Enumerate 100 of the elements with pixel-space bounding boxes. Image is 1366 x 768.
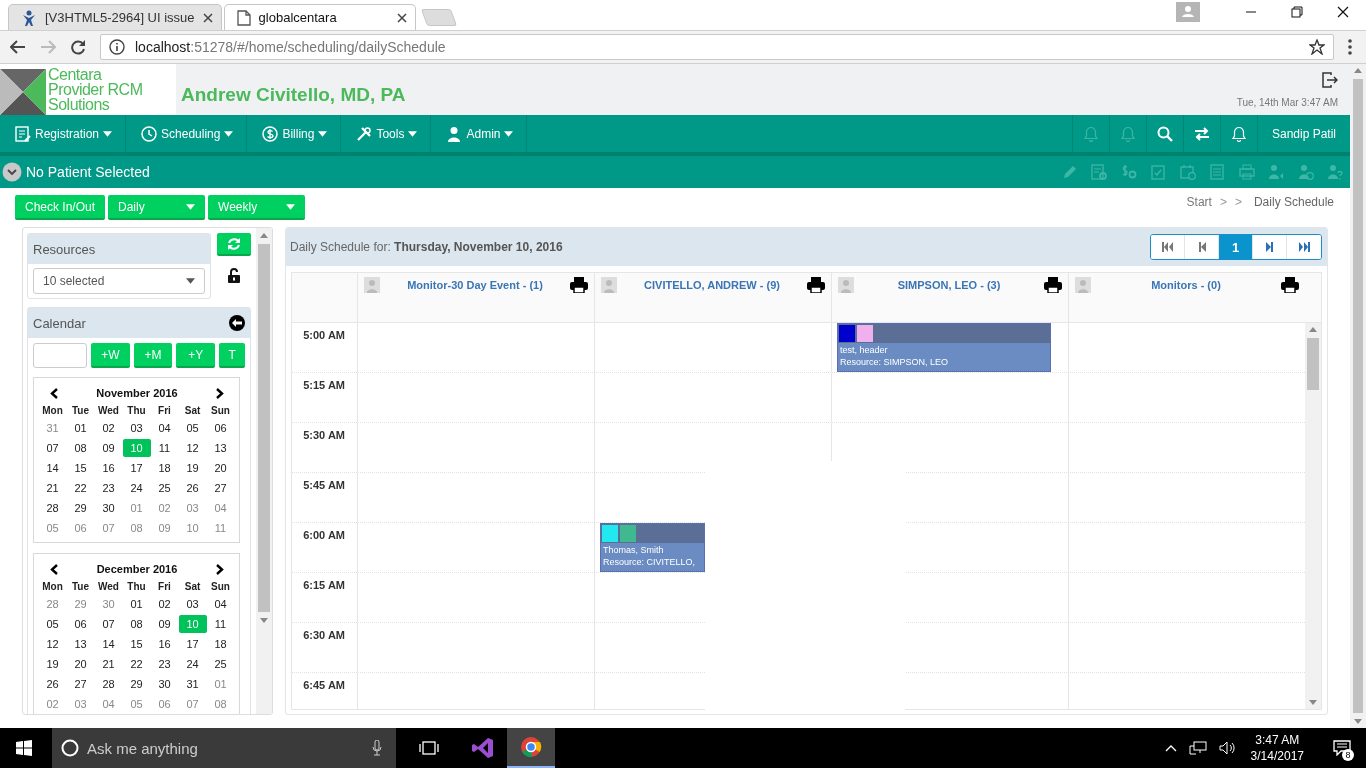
calendar-day[interactable]: 03 bbox=[178, 595, 207, 613]
calendar-day[interactable]: 07 bbox=[178, 695, 207, 713]
calendar-day[interactable]: 06 bbox=[66, 519, 95, 537]
printer-icon[interactable] bbox=[570, 277, 588, 293]
calendar-day[interactable]: 01 bbox=[66, 419, 95, 437]
calendar-day[interactable]: 13 bbox=[66, 635, 95, 653]
calendar-day[interactable]: 07 bbox=[38, 439, 67, 457]
calendar-day[interactable]: 06 bbox=[66, 615, 95, 633]
calendar-day[interactable]: 19 bbox=[178, 459, 207, 477]
close-icon[interactable] bbox=[1337, 6, 1349, 18]
browser-tab[interactable]: [V3HTML5-2964] UI issue bbox=[8, 4, 222, 30]
calendar-day[interactable]: 24 bbox=[178, 655, 207, 673]
refresh-button[interactable] bbox=[217, 233, 251, 256]
calendar-day[interactable]: 02 bbox=[38, 695, 67, 713]
calendar-day[interactable]: 08 bbox=[122, 519, 151, 537]
calendar-day[interactable]: 07 bbox=[94, 615, 123, 633]
next-icon[interactable] bbox=[216, 563, 224, 575]
menu-icon[interactable] bbox=[1348, 39, 1352, 55]
calendar-day[interactable]: 17 bbox=[122, 459, 151, 477]
reload-icon[interactable] bbox=[70, 39, 86, 55]
calendar-day[interactable]: 30 bbox=[94, 595, 123, 613]
caret-up-icon[interactable] bbox=[1164, 744, 1177, 752]
calendar-day[interactable]: 15 bbox=[66, 459, 95, 477]
notification-icon[interactable] bbox=[1333, 740, 1351, 756]
column-title[interactable]: Monitors - (0) bbox=[1095, 277, 1277, 291]
calendar-day[interactable]: 29 bbox=[122, 675, 151, 693]
calendar-day[interactable]: 16 bbox=[94, 459, 123, 477]
calendar-day[interactable]: 03 bbox=[66, 695, 95, 713]
calendar-day[interactable]: 23 bbox=[94, 479, 123, 497]
calendar-day[interactable]: 03 bbox=[178, 499, 207, 517]
calendar-day[interactable]: 22 bbox=[66, 479, 95, 497]
search-icon[interactable] bbox=[1156, 125, 1173, 142]
bell-icon[interactable] bbox=[1230, 125, 1247, 142]
windows-icon[interactable] bbox=[16, 740, 32, 756]
infinity-icon[interactable] bbox=[472, 737, 494, 759]
column-title[interactable]: SIMPSON, LEO - (3) bbox=[858, 277, 1040, 291]
browser-tab[interactable]: globalcentara bbox=[223, 4, 416, 30]
calendar-day[interactable]: 12 bbox=[38, 635, 67, 653]
calendar-day[interactable]: 26 bbox=[38, 675, 67, 693]
calendar-day[interactable]: 02 bbox=[150, 499, 179, 517]
volume-icon[interactable] bbox=[1218, 741, 1237, 755]
column-title[interactable]: Monitor-30 Day Event - (1) bbox=[384, 277, 566, 291]
calendar-day[interactable]: 20 bbox=[206, 459, 235, 477]
calendar-day[interactable]: 08 bbox=[66, 439, 95, 457]
logout-icon[interactable] bbox=[1322, 72, 1338, 88]
calendar-day[interactable]: 29 bbox=[66, 499, 95, 517]
restore-icon[interactable] bbox=[1291, 6, 1303, 18]
calendar-day[interactable]: 17 bbox=[178, 635, 207, 653]
calendar-day[interactable]: 28 bbox=[38, 595, 67, 613]
calendar-day[interactable]: 09 bbox=[150, 519, 179, 537]
crumb-link[interactable]: Start bbox=[1186, 195, 1212, 209]
calendar-day[interactable]: 16 bbox=[150, 635, 179, 653]
calendar-day[interactable]: 01 bbox=[122, 499, 151, 517]
calendar-day[interactable]: 07 bbox=[94, 519, 123, 537]
calendar-day[interactable]: 05 bbox=[38, 615, 67, 633]
calendar-day[interactable]: 11 bbox=[206, 519, 235, 537]
task-view-icon[interactable] bbox=[419, 741, 439, 755]
calendar-day[interactable]: 03 bbox=[122, 419, 151, 437]
resource-select[interactable]: 10 selected bbox=[33, 268, 205, 294]
calendar-day[interactable]: 04 bbox=[150, 419, 179, 437]
calendar-day[interactable]: 02 bbox=[94, 419, 123, 437]
printer-icon[interactable] bbox=[1281, 277, 1299, 293]
calendar-day[interactable]: 22 bbox=[122, 655, 151, 673]
calendar-day[interactable]: 04 bbox=[206, 595, 235, 613]
calendar-day[interactable]: 02 bbox=[150, 595, 179, 613]
star-icon[interactable] bbox=[1309, 39, 1325, 55]
calendar-day[interactable]: 27 bbox=[66, 675, 95, 693]
calendar-day[interactable]: 31 bbox=[178, 675, 207, 693]
calendar-day[interactable]: 24 bbox=[122, 479, 151, 497]
calendar-day[interactable]: 21 bbox=[94, 655, 123, 673]
calendar-day[interactable]: 14 bbox=[38, 459, 67, 477]
browser-icon[interactable] bbox=[520, 736, 542, 758]
scrollbar[interactable] bbox=[256, 228, 272, 714]
calendar-day[interactable]: 25 bbox=[206, 655, 235, 673]
calendar-day[interactable]: 25 bbox=[150, 479, 179, 497]
calendar-day[interactable]: 04 bbox=[94, 695, 123, 713]
calendar-day[interactable]: 01 bbox=[122, 595, 151, 613]
calendar-day[interactable]: 01 bbox=[206, 675, 235, 693]
calendar-day[interactable]: 29 bbox=[66, 595, 95, 613]
previous-icon[interactable] bbox=[50, 563, 58, 575]
column-title[interactable]: CIVITELLO, ANDREW - (9) bbox=[621, 277, 803, 291]
calendar-day[interactable]: 23 bbox=[150, 655, 179, 673]
address-field[interactable]: localhost:51278/#/home/scheduling/dailySchedule bbox=[100, 34, 1334, 60]
calendar-day[interactable]: 05 bbox=[178, 419, 207, 437]
calendar-day[interactable]: 10 bbox=[178, 519, 207, 537]
lock-icon[interactable] bbox=[228, 268, 240, 283]
calendar-day[interactable]: 11 bbox=[150, 439, 179, 457]
close-icon[interactable] bbox=[202, 12, 213, 23]
calendar-day[interactable]: 20 bbox=[66, 655, 95, 673]
calendar-day[interactable]: 28 bbox=[94, 675, 123, 693]
calendar-day[interactable]: 06 bbox=[150, 695, 179, 713]
next-icon[interactable] bbox=[216, 387, 224, 399]
calendar-day[interactable]: 12 bbox=[178, 439, 207, 457]
search-field[interactable]: Ask me anything bbox=[52, 728, 396, 768]
clipboard-check-icon[interactable] bbox=[1150, 164, 1167, 180]
calendar-day[interactable]: 31 bbox=[38, 419, 67, 437]
calendar-day[interactable]: 18 bbox=[206, 635, 235, 653]
calendar-day[interactable]: 09 bbox=[150, 615, 179, 633]
calendar-day[interactable]: 14 bbox=[94, 635, 123, 653]
calendar-day[interactable]: 05 bbox=[122, 695, 151, 713]
